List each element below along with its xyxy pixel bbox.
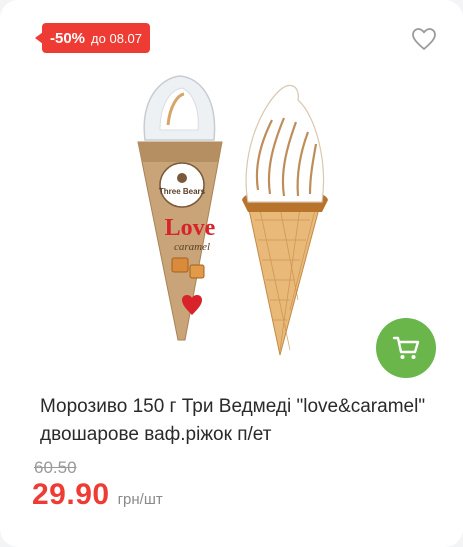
- packaged-cone: Three Bears Love caramel: [137, 75, 223, 341]
- cart-icon: [392, 336, 420, 359]
- product-title[interactable]: Морозиво 150 г Три Ведмеді "love&caramel…: [40, 393, 440, 449]
- product-card[interactable]: -50% до 08.07 Three Bears Love caramel М…: [0, 0, 463, 547]
- ice-cream-cones-photo: Three Bears Love caramel: [137, 75, 328, 356]
- discount-badge: -50% до 08.07: [42, 23, 150, 53]
- old-price: 60.50: [34, 458, 77, 477]
- flavor-text-1: Love: [165, 215, 216, 241]
- unwrapped-cone: [242, 85, 328, 356]
- add-to-cart-button[interactable]: [376, 318, 436, 378]
- favorite-button[interactable]: [410, 26, 438, 52]
- current-price: 29.90: [32, 478, 110, 511]
- discount-until: до 08.07: [91, 30, 142, 46]
- flavor-text-2: caramel: [174, 241, 210, 253]
- heart-outline-icon: [412, 28, 436, 50]
- brand-text: Three Bears: [159, 187, 206, 196]
- price-row: 29.90 грн/шт: [32, 478, 163, 512]
- discount-percent: -50%: [50, 29, 86, 47]
- price-unit: грн/шт: [117, 491, 163, 508]
